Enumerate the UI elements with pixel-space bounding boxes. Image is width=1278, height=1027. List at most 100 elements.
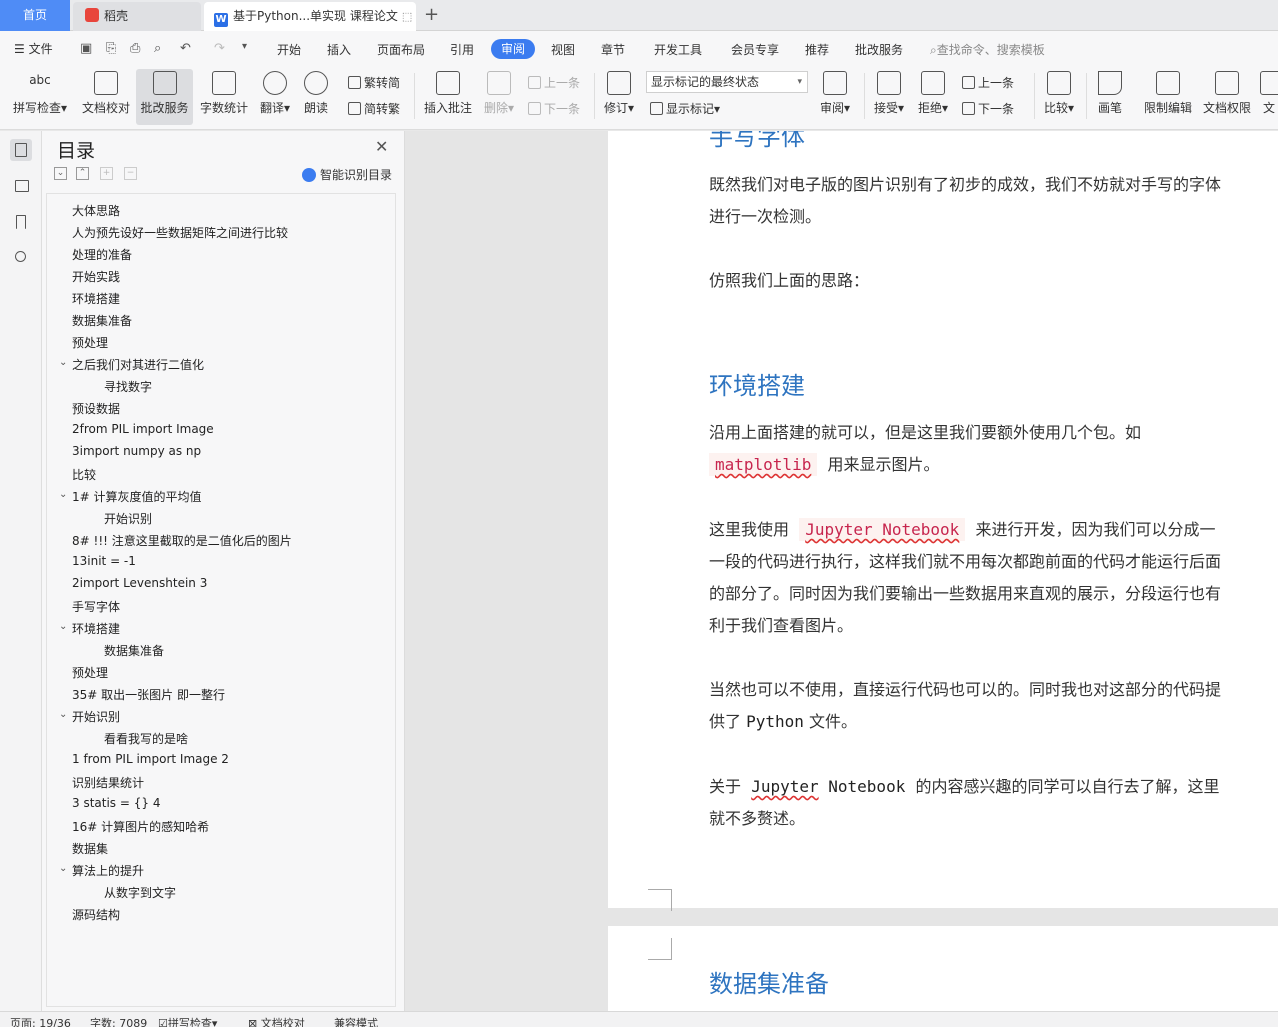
doc-rights-button[interactable]: 文档权限 xyxy=(1200,69,1254,125)
add-heading-icon[interactable]: + xyxy=(100,167,113,180)
toc-item[interactable]: 之后我们对其进行二值化 xyxy=(72,356,204,373)
redo-icon[interactable]: ↷ xyxy=(214,41,225,56)
tab-document[interactable]: W 基于Python...单实现 课程论文 ⬚ xyxy=(204,2,416,31)
track-changes-button[interactable]: 修订▾ xyxy=(600,69,638,125)
page-indicator[interactable]: 页面: 19/36 xyxy=(10,1015,71,1027)
toc-item[interactable]: 预处理 xyxy=(72,334,108,351)
menu-member[interactable]: 会员专享 xyxy=(731,41,779,58)
menu-layout[interactable]: 页面布局 xyxy=(377,41,425,58)
pen-button[interactable]: 画笔 xyxy=(1094,69,1126,125)
chevron-down-icon[interactable]: ⌄ xyxy=(59,357,67,368)
delete-comment-button[interactable]: 删除▾ xyxy=(480,69,518,125)
chevron-down-icon[interactable]: ⌄ xyxy=(59,621,67,632)
toc-item[interactable]: 寻找数字 xyxy=(104,378,152,395)
toc-nav-icon[interactable] xyxy=(10,139,32,161)
menu-references[interactable]: 引用 xyxy=(450,41,474,58)
doc-more-button[interactable]: 文 xyxy=(1260,69,1278,125)
toc-item[interactable]: 1 from PIL import Image 2 xyxy=(72,752,229,766)
menu-recommend[interactable]: 推荐 xyxy=(805,41,829,58)
toc-item[interactable]: 从数字到文字 xyxy=(104,884,176,901)
correction-service-button[interactable]: 批改服务 xyxy=(136,69,193,125)
toc-item[interactable]: 人为预先设好一些数据矩阵之间进行比较 xyxy=(72,224,288,241)
accept-button[interactable]: 接受▾ xyxy=(870,69,908,125)
doc-proof-button[interactable]: 文档校对 xyxy=(78,69,134,125)
restrict-edit-button[interactable]: 限制编辑 xyxy=(1140,69,1196,125)
new-tab-plus-icon[interactable]: + xyxy=(424,4,439,25)
toc-item[interactable]: 35# 取出一张图片 即一整行 xyxy=(72,686,225,703)
translate-button[interactable]: 翻译▾ xyxy=(256,69,294,125)
toc-item[interactable]: 13init = -1 xyxy=(72,554,136,568)
toc-item[interactable]: 1# 计算灰度值的平均值 xyxy=(72,488,202,505)
toc-item[interactable]: 数据集准备 xyxy=(104,642,164,659)
toc-item[interactable]: 比较 xyxy=(72,466,96,483)
tab-home[interactable]: 首页 xyxy=(0,0,70,31)
toc-item[interactable]: 16# 计算图片的感知哈希 xyxy=(72,818,209,835)
menu-start[interactable]: 开始 xyxy=(277,41,301,58)
menu-insert[interactable]: 插入 xyxy=(327,41,351,58)
markup-state-select[interactable]: 显示标记的最终状态 ▾ xyxy=(646,71,808,93)
chevron-down-icon[interactable]: ⌄ xyxy=(59,709,67,720)
toc-item[interactable]: 2from PIL import Image xyxy=(72,422,214,436)
prev-change-button[interactable]: 上一条 xyxy=(962,74,1014,91)
menu-review[interactable]: 审阅 xyxy=(491,39,535,59)
file-menu[interactable]: ☰ 文件 xyxy=(14,40,53,57)
toc-item[interactable]: 2import Levenshtein 3 xyxy=(72,576,207,590)
preview-icon[interactable]: ⌕ xyxy=(154,41,161,56)
collapse-all-icon[interactable]: ⌄ xyxy=(54,167,67,180)
to-traditional-button[interactable]: 繁转简 xyxy=(348,74,400,91)
read-aloud-button[interactable]: 朗读 xyxy=(298,69,334,125)
ai-toc-button[interactable]: 智能识别目录 xyxy=(302,166,392,183)
toc-item[interactable]: 3import numpy as np xyxy=(72,444,201,458)
toc-item[interactable]: 大体思路 xyxy=(72,202,120,219)
tab-status-icon[interactable]: ⬚ xyxy=(402,10,412,23)
toc-item[interactable]: 识别结果统计 xyxy=(72,774,144,791)
toc-item[interactable]: 环境搭建 xyxy=(72,620,120,637)
toc-item[interactable]: 数据集 xyxy=(72,840,108,857)
search-nav-icon[interactable] xyxy=(10,247,32,269)
export-icon[interactable]: ⎘ xyxy=(106,41,116,56)
close-icon[interactable]: ✕ xyxy=(375,137,388,156)
chevron-down-icon[interactable]: ⌄ xyxy=(59,863,67,874)
toc-item[interactable]: 预处理 xyxy=(72,664,108,681)
to-simplified-button[interactable]: 简转繁 xyxy=(348,100,400,117)
menu-chapter[interactable]: 章节 xyxy=(601,41,625,58)
remove-heading-icon[interactable]: − xyxy=(124,167,137,180)
insert-comment-button[interactable]: 插入批注 xyxy=(422,69,474,125)
show-markup-button[interactable]: 显示标记▾ xyxy=(650,100,720,117)
chevron-down-icon[interactable]: ⌄ xyxy=(59,489,67,500)
toc-item[interactable]: 环境搭建 xyxy=(72,290,120,307)
toc-item[interactable]: 手写字体 xyxy=(72,598,120,615)
toc-item[interactable]: 开始实践 xyxy=(72,268,120,285)
proof-status[interactable]: ⊠ 文档校对 xyxy=(248,1015,305,1027)
menu-developer[interactable]: 开发工具 xyxy=(654,41,702,58)
bookmark-icon[interactable] xyxy=(10,211,32,233)
prev-comment-button[interactable]: 上一条 xyxy=(528,74,580,91)
next-comment-button[interactable]: 下一条 xyxy=(528,100,580,117)
review-pane-button[interactable]: 审阅▾ xyxy=(816,69,854,125)
command-search[interactable]: ⌕查找命令、搜索模板 xyxy=(930,41,1045,58)
toc-item[interactable]: 数据集准备 xyxy=(72,312,132,329)
toc-item[interactable]: 看看我写的是啥 xyxy=(104,730,188,747)
spell-check-button[interactable]: abc 拼写检查▾ xyxy=(8,69,72,125)
compare-button[interactable]: 比较▾ xyxy=(1040,69,1078,125)
menu-view[interactable]: 视图 xyxy=(551,41,575,58)
chapter-nav-icon[interactable] xyxy=(10,175,32,197)
toc-item[interactable]: 处理的准备 xyxy=(72,246,132,263)
spell-check-status[interactable]: ☑拼写检查▾ xyxy=(158,1015,217,1027)
customize-quick-access-icon[interactable]: ▾ xyxy=(242,41,247,52)
print-icon[interactable]: ⎙ xyxy=(130,41,140,56)
toc-item[interactable]: 开始识别 xyxy=(104,510,152,527)
toc-item[interactable]: 开始识别 xyxy=(72,708,120,725)
tab-daoke[interactable]: 稻壳 xyxy=(73,2,201,31)
reject-button[interactable]: 拒绝▾ xyxy=(914,69,952,125)
toc-item[interactable]: 算法上的提升 xyxy=(72,862,144,879)
next-change-button[interactable]: 下一条 xyxy=(962,100,1014,117)
word-count-button[interactable]: 字数统计 xyxy=(197,69,251,125)
toc-item[interactable]: 3 statis = {} 4 xyxy=(72,796,160,810)
menu-correction-service[interactable]: 批改服务 xyxy=(855,41,903,58)
expand-all-icon[interactable]: ⌃ xyxy=(76,167,89,180)
toc-item[interactable]: 源码结构 xyxy=(72,906,120,923)
save-icon[interactable]: ▣ xyxy=(80,41,92,56)
toc-item[interactable]: 8# !!! 注意这里截取的是二值化后的图片 xyxy=(72,532,292,549)
word-count-indicator[interactable]: 字数: 7089 xyxy=(90,1015,147,1027)
